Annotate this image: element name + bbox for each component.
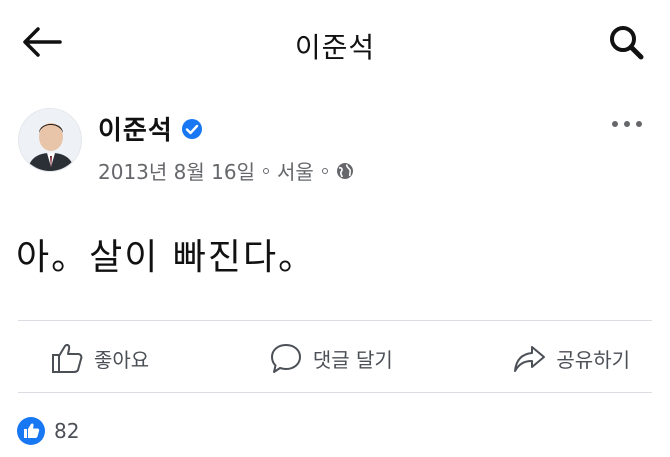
- share-button[interactable]: 공유하기: [512, 330, 630, 386]
- comment-bubble-icon: [270, 344, 301, 373]
- author-name[interactable]: 이준석: [98, 110, 173, 147]
- globe-icon[interactable]: [336, 162, 354, 180]
- post-meta: 2013년 8월 16일 서울: [98, 156, 354, 185]
- page-title: 이준석: [294, 31, 376, 64]
- separator-dot: [321, 167, 328, 174]
- more-horizontal-icon: [612, 121, 642, 127]
- post-actions: 좋아요 댓글 달기 공유하기: [0, 330, 670, 386]
- verified-badge-icon: [181, 118, 202, 139]
- reaction-count: 82: [54, 419, 80, 443]
- profile-photo-icon: [19, 109, 81, 171]
- comment-button[interactable]: 댓글 달기: [269, 330, 393, 386]
- post-text: 아。살이 빠진다。: [16, 237, 317, 278]
- author-line: 이준석: [98, 110, 203, 147]
- search-button[interactable]: [606, 22, 646, 62]
- like-reaction-icon: [17, 417, 45, 445]
- divider: [18, 320, 652, 321]
- separator-dot: [263, 167, 269, 174]
- top-bar: 이준석: [0, 0, 670, 88]
- like-label: 좋아요: [94, 347, 150, 372]
- share-arrow-icon: [514, 346, 546, 372]
- comment-label: 댓글 달기: [312, 347, 393, 372]
- post-date[interactable]: 2013년 8월 16일: [98, 156, 255, 185]
- like-button[interactable]: 좋아요: [50, 330, 149, 386]
- divider: [18, 392, 652, 393]
- share-label: 공유하기: [556, 347, 630, 372]
- post-location[interactable]: 서울: [277, 156, 314, 185]
- search-icon: [610, 26, 644, 60]
- avatar[interactable]: [18, 108, 82, 172]
- post-header: 이준석 2013년 8월 16일 서울: [0, 96, 670, 192]
- reaction-summary[interactable]: 82: [16, 416, 79, 446]
- more-options-button[interactable]: [610, 114, 644, 134]
- thumbs-up-icon: [52, 344, 83, 373]
